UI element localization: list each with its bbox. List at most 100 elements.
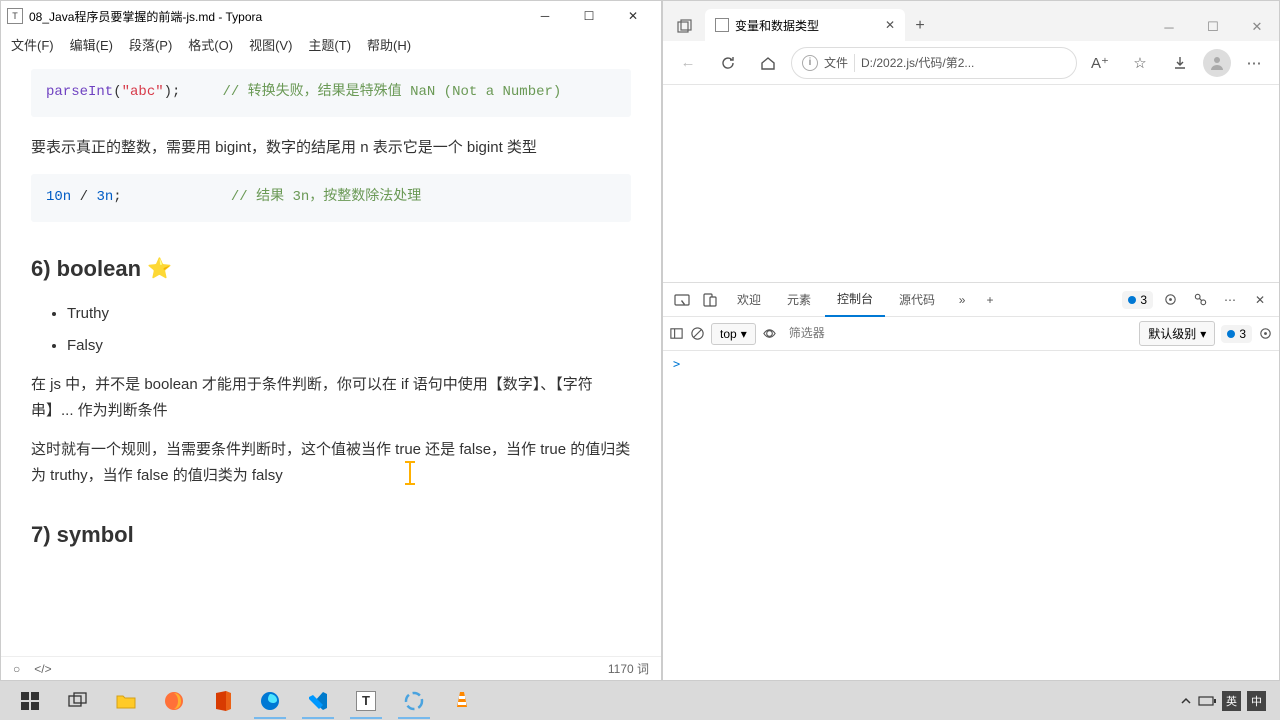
browser-minimize-button[interactable]: ─ (1147, 13, 1191, 41)
word-count[interactable]: 1170 词 (608, 660, 649, 677)
devtools-more-icon[interactable]: ⋯ (1217, 287, 1243, 313)
maximize-button[interactable]: ☐ (567, 2, 611, 30)
battery-icon[interactable] (1198, 695, 1216, 707)
close-button[interactable]: ✕ (611, 2, 655, 30)
heading-symbol-text: 7) symbol (31, 516, 134, 553)
chevron-down-icon: ▾ (1200, 327, 1206, 341)
task-view-button[interactable] (54, 683, 102, 719)
devtools-close-icon[interactable]: ✕ (1247, 287, 1273, 313)
firefox-icon[interactable] (150, 683, 198, 719)
more-icon[interactable]: ⋯ (1237, 46, 1271, 80)
tab-actions-icon[interactable] (671, 13, 699, 41)
badge-dot-icon (1227, 330, 1235, 338)
menu-theme[interactable]: 主题(T) (304, 33, 355, 56)
heading-symbol[interactable]: 7) symbol (31, 516, 631, 553)
more-tabs-icon[interactable]: » (949, 287, 975, 313)
settings-icon[interactable] (1157, 287, 1183, 313)
source-code-icon[interactable]: </> (34, 662, 51, 676)
new-tab-button[interactable]: + (905, 11, 935, 41)
browser-tabbar: 变量和数据类型 ✕ + ─ ☐ ✕ (663, 1, 1279, 41)
read-aloud-icon[interactable]: A⁺ (1083, 46, 1117, 80)
context-selector[interactable]: top ▾ (711, 323, 756, 345)
heading-boolean-text: 6) boolean (31, 250, 141, 287)
browser-viewport[interactable] (663, 85, 1279, 282)
tab-elements[interactable]: 元素 (775, 283, 823, 316)
typora-editor[interactable]: parseInt("abc"); // 转换失败，结果是特殊值 NaN (Not… (1, 57, 661, 656)
clear-console-icon[interactable] (690, 326, 705, 341)
menu-edit[interactable]: 编辑(E) (66, 33, 117, 56)
sidebar-toggle-icon[interactable] (669, 326, 684, 341)
console-toolbar: top ▾ 默认级别 ▾ 3 (663, 317, 1279, 351)
addr-divider (854, 54, 855, 72)
log-level-selector[interactable]: 默认级别 ▾ (1139, 321, 1215, 346)
filter-input[interactable] (783, 322, 1134, 346)
star-icon: ⭐ (147, 252, 172, 286)
browser-toolbar: ← i 文件 D:/2022.js/代码/第2... A⁺ ☆ ⋯ (663, 41, 1279, 85)
addr-scheme: 文件 (824, 54, 848, 71)
addr-path: D:/2022.js/代码/第2... (861, 54, 974, 71)
code-block-bigint[interactable]: 10n / 3n; // 结果 3n，按整数除法处理 (31, 174, 631, 222)
file-explorer-icon[interactable] (102, 683, 150, 719)
office-icon[interactable] (198, 683, 246, 719)
typora-statusbar: ○ </> 1170 词 (1, 656, 661, 680)
console-output[interactable]: > (663, 351, 1279, 680)
menu-view[interactable]: 视图(V) (245, 33, 296, 56)
back-button[interactable]: ← (671, 46, 705, 80)
activity-icon[interactable] (1187, 287, 1213, 313)
menu-help[interactable]: 帮助(H) (363, 33, 415, 56)
tab-console[interactable]: 控制台 (825, 282, 885, 317)
paragraph-truthy-rule[interactable]: 这时就有一个规则，当需要条件判断时，这个值被当作 true 还是 false，当… (31, 437, 631, 488)
ime-indicator-2[interactable]: 中 (1247, 691, 1266, 711)
tray-chevron-icon[interactable] (1180, 695, 1192, 707)
tab-welcome[interactable]: 欢迎 (725, 283, 773, 316)
menu-format[interactable]: 格式(O) (184, 33, 237, 56)
address-bar[interactable]: i 文件 D:/2022.js/代码/第2... (791, 47, 1077, 79)
outline-icon[interactable]: ○ (13, 662, 20, 676)
home-button[interactable] (751, 46, 785, 80)
menu-file[interactable]: 文件(F) (7, 33, 58, 56)
browser-close-button[interactable]: ✕ (1235, 13, 1279, 41)
profile-avatar[interactable] (1203, 49, 1231, 77)
system-tray: 英 中 (1180, 691, 1274, 711)
badge-dot-icon (1128, 296, 1136, 304)
bullet-list-truthy-falsy[interactable]: Truthy Falsy (67, 301, 631, 358)
vscode-icon[interactable] (294, 683, 342, 719)
devtools-panel: 欢迎 元素 控制台 源代码 » + 3 ⋯ ✕ (663, 282, 1279, 680)
app-icon-blue[interactable] (390, 683, 438, 719)
browser-tab[interactable]: 变量和数据类型 ✕ (705, 9, 905, 41)
typora-taskbar-icon[interactable]: T (342, 683, 390, 719)
list-item[interactable]: Truthy (67, 301, 631, 327)
page-icon (715, 18, 729, 32)
devtools-tabbar: 欢迎 元素 控制台 源代码 » + 3 ⋯ ✕ (663, 283, 1279, 317)
menu-paragraph[interactable]: 段落(P) (125, 33, 176, 56)
site-info-icon[interactable]: i (802, 55, 818, 71)
inspect-icon[interactable] (669, 287, 695, 313)
edge-icon[interactable] (246, 683, 294, 719)
console-prompt: > (673, 357, 680, 371)
ime-indicator-1[interactable]: 英 (1222, 691, 1241, 711)
start-button[interactable] (6, 683, 54, 719)
tab-sources[interactable]: 源代码 (887, 283, 947, 316)
issues-badge-toolbar[interactable]: 3 (1221, 325, 1252, 343)
typora-titlebar: T 08_Java程序员要掌握的前端-js.md - Typora ─ ☐ ✕ (1, 1, 661, 31)
typora-menubar: 文件(F) 编辑(E) 段落(P) 格式(O) 视图(V) 主题(T) 帮助(H… (1, 31, 661, 57)
favorites-icon[interactable]: ☆ (1123, 46, 1157, 80)
list-item[interactable]: Falsy (67, 333, 631, 359)
device-toggle-icon[interactable] (697, 287, 723, 313)
windows-taskbar: T 英 中 (0, 681, 1280, 720)
console-settings-icon[interactable] (1258, 326, 1273, 341)
paragraph-condition[interactable]: 在 js 中，并不是 boolean 才能用于条件判断，你可以在 if 语句中使… (31, 372, 631, 423)
typora-window: T 08_Java程序员要掌握的前端-js.md - Typora ─ ☐ ✕ … (0, 0, 662, 681)
code-block-parseint[interactable]: parseInt("abc"); // 转换失败，结果是特殊值 NaN (Not… (31, 69, 631, 117)
new-tab-icon[interactable]: + (977, 287, 1003, 313)
tab-close-icon[interactable]: ✕ (885, 18, 895, 32)
paragraph-bigint-intro[interactable]: 要表示真正的整数，需要用 bigint，数字的结尾用 n 表示它是一个 bigi… (31, 135, 631, 161)
issues-badge[interactable]: 3 (1122, 291, 1153, 309)
minimize-button[interactable]: ─ (523, 2, 567, 30)
vlc-icon[interactable] (438, 683, 486, 719)
live-expression-icon[interactable] (762, 326, 777, 341)
downloads-icon[interactable] (1163, 46, 1197, 80)
heading-boolean[interactable]: 6) boolean ⭐ (31, 250, 631, 287)
refresh-button[interactable] (711, 46, 745, 80)
browser-maximize-button[interactable]: ☐ (1191, 13, 1235, 41)
